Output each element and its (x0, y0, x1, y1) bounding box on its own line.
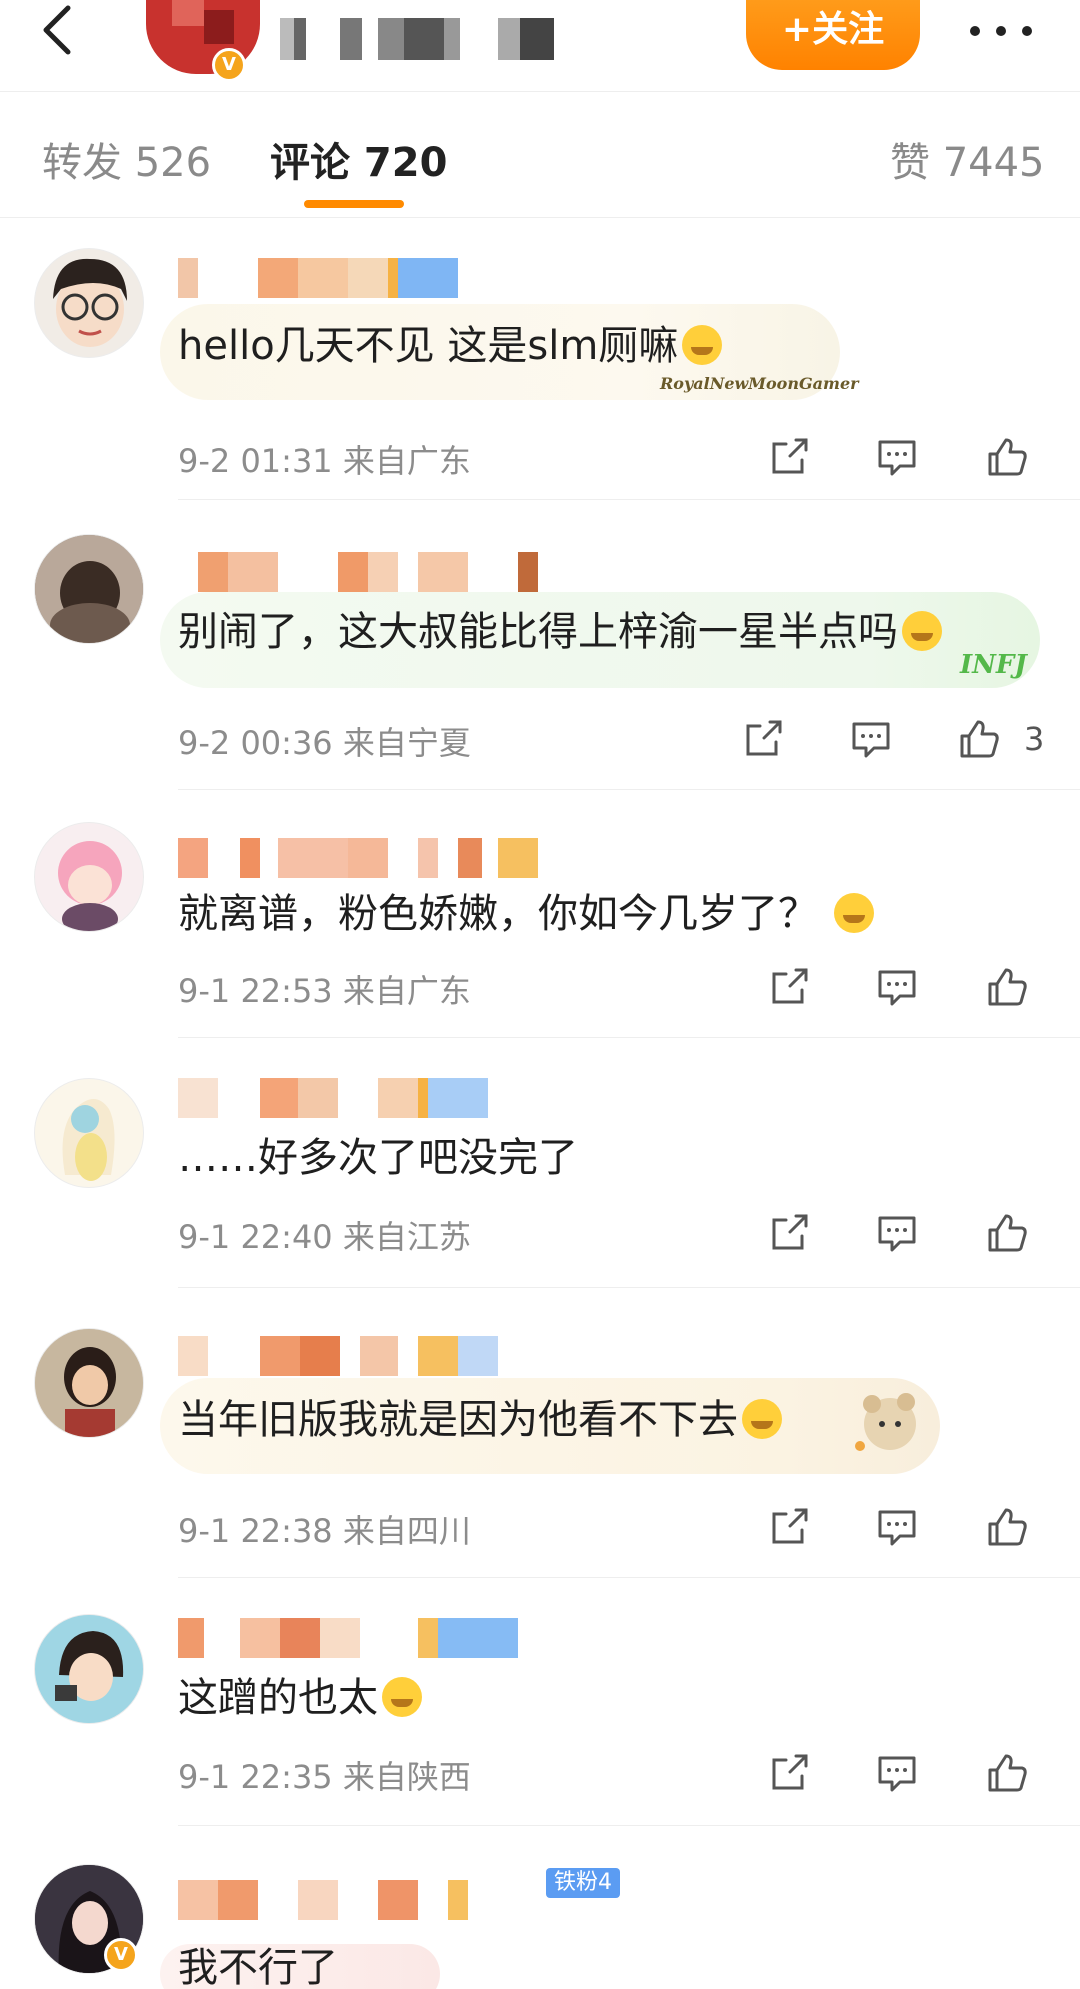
username-pixelated[interactable] (178, 258, 538, 298)
username-pixelated[interactable] (178, 1880, 538, 1920)
comment-item: 当年旧版我就是因为他看不下去 9-1 22:38 来自四川 (0, 1288, 1080, 1578)
more-dots-icon[interactable] (964, 10, 1040, 50)
thumbs-up-icon[interactable] (984, 434, 1030, 480)
username-pixelated[interactable] (178, 1336, 538, 1376)
avatar[interactable] (34, 1078, 144, 1188)
tab-bar: 转发 526 评论 720 赞 7445 (0, 92, 1080, 218)
comment-icon[interactable] (874, 1750, 920, 1796)
comment-item: V 铁粉4 我不行了 (0, 1826, 1080, 1989)
tab-comments[interactable]: 评论 720 (270, 130, 447, 188)
comment-meta: 9-1 22:53 来自广东 (178, 972, 471, 1010)
verified-badge-icon: V (104, 1938, 138, 1972)
thumbs-up-icon[interactable] (984, 964, 1030, 1010)
avatar[interactable] (34, 822, 144, 932)
username-pixelated[interactable] (178, 552, 538, 592)
comment-item: INFJ 别闹了，这大叔能比得上梓渝一星半点吗 9-2 00:36 来自宁夏 3 (0, 500, 1080, 790)
comment-icon[interactable] (848, 716, 894, 762)
comment-meta: 9-1 22:35 来自陕西 (178, 1758, 471, 1796)
bubble-decoration-label: RoyalNewMoonGamer (660, 374, 859, 393)
comment-text: hello几天不见 这是slm厕嘛 (178, 322, 723, 370)
avatar[interactable] (34, 534, 144, 644)
comment-item: 就离谱，粉色娇嫩，你如今几岁了？ 9-1 22:53 来自广东 (0, 790, 1080, 1038)
share-icon[interactable] (766, 1750, 812, 1796)
comment-meta: 9-2 00:36 来自宁夏 (178, 724, 471, 762)
back-button[interactable] (36, 2, 84, 62)
username-pixelated[interactable] (178, 1078, 538, 1118)
bear-sticker-icon (855, 1393, 916, 1451)
tab-likes[interactable]: 赞 7445 (890, 130, 1045, 188)
top-bar: V +关注 (0, 0, 1080, 92)
avatar[interactable] (34, 1328, 144, 1438)
active-tab-indicator (304, 200, 404, 208)
username-pixelated[interactable] (178, 838, 538, 878)
comment-icon[interactable] (874, 434, 920, 480)
share-icon[interactable] (766, 1504, 812, 1550)
verified-badge-icon: V (212, 48, 246, 82)
comment-icon[interactable] (874, 1504, 920, 1550)
follow-button[interactable]: +关注 (746, 0, 920, 70)
like-count: 3 (1024, 720, 1045, 758)
comment-meta: 9-1 22:38 来自四川 (178, 1512, 471, 1550)
share-icon[interactable] (740, 716, 786, 762)
author-name-pixelated[interactable] (280, 18, 600, 60)
comment-text: 别闹了，这大叔能比得上梓渝一星半点吗 (178, 608, 942, 656)
comment-meta: 9-1 22:40 来自江苏 (178, 1218, 471, 1256)
thinking-emoji-icon (834, 893, 874, 933)
avatar[interactable] (34, 248, 144, 358)
comment-text: 我不行了 (178, 1945, 338, 1989)
share-icon[interactable] (766, 1210, 812, 1256)
tab-reposts[interactable]: 转发 526 (42, 130, 211, 188)
comment-text: 当年旧版我就是因为他看不下去 (178, 1396, 782, 1444)
thumbs-up-icon[interactable] (984, 1210, 1030, 1256)
bubble-decoration-label: INFJ (960, 650, 1027, 680)
comment-text: 这蹭的也太 (178, 1674, 422, 1722)
avatar[interactable] (34, 1614, 144, 1724)
username-pixelated[interactable] (178, 1618, 538, 1658)
thumbs-up-icon[interactable] (984, 1750, 1030, 1796)
share-icon[interactable] (766, 434, 812, 480)
comment-item: 这蹭的也太 9-1 22:35 来自陕西 (0, 1578, 1080, 1826)
share-icon[interactable] (766, 964, 812, 1010)
laugh-cry-emoji-icon (382, 1677, 422, 1717)
comment-item: RoyalNewMoonGamer hello几天不见 这是slm厕嘛 9-2 … (0, 218, 1080, 500)
thumbs-up-icon[interactable] (984, 1504, 1030, 1550)
laugh-cry-emoji-icon (682, 325, 723, 365)
thumbs-up-icon[interactable] (956, 716, 1002, 762)
chevron-left-icon (43, 5, 71, 55)
comment-text: 就离谱，粉色娇嫩，你如今几岁了？ (178, 890, 874, 938)
comment-icon[interactable] (874, 1210, 920, 1256)
comment-icon[interactable] (874, 964, 920, 1010)
thinking-emoji-icon (742, 1399, 782, 1439)
comment-item: ……好多次了吧没完了 9-1 22:40 来自江苏 (0, 1038, 1080, 1288)
comment-meta: 9-2 01:31 来自广东 (178, 442, 471, 480)
fan-level-badge: 铁粉4 (546, 1868, 620, 1898)
comment-text: ……好多次了吧没完了 (178, 1135, 578, 1181)
thinking-emoji-icon (902, 611, 942, 651)
